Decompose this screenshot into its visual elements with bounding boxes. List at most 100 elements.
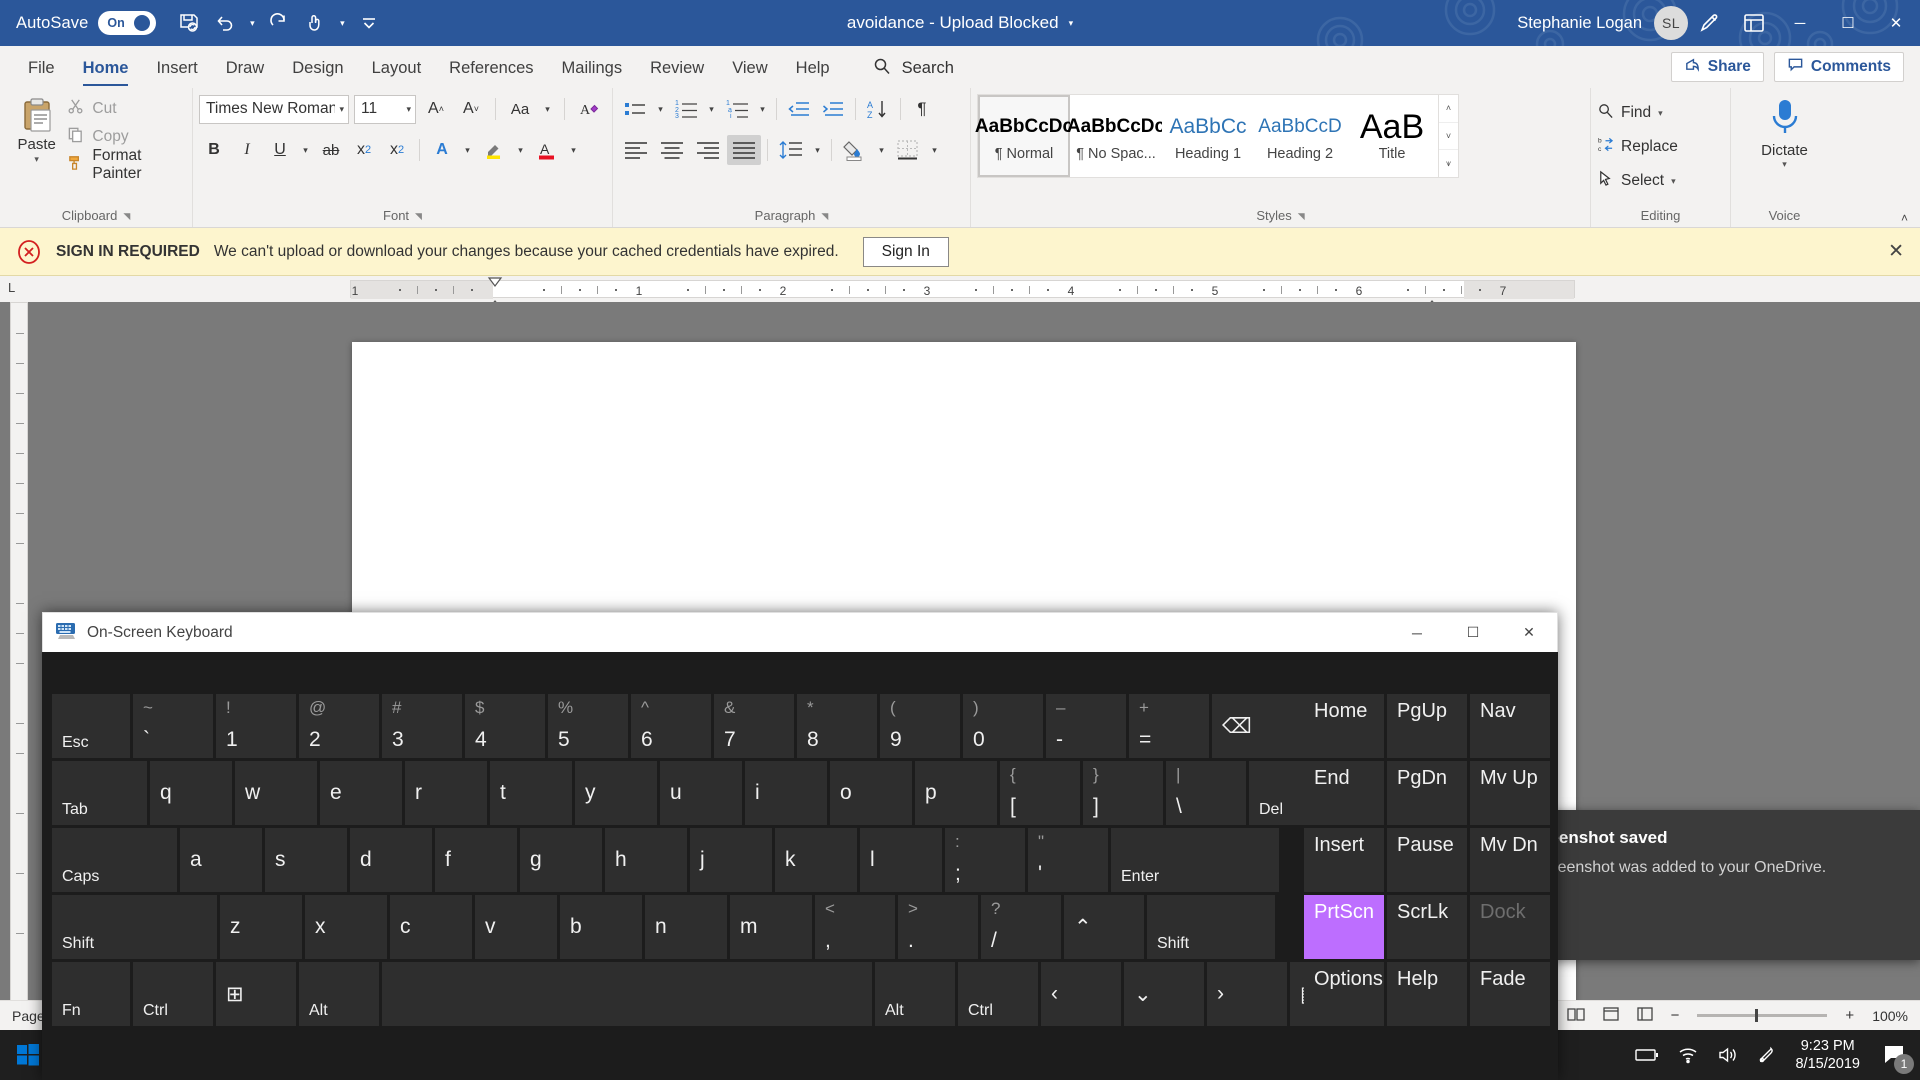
osk-key-o[interactable]: o: [830, 761, 912, 825]
bold-icon[interactable]: B: [199, 135, 229, 165]
sign-in-button[interactable]: Sign In: [862, 236, 949, 267]
osk-key-Pause[interactable]: Pause: [1387, 828, 1467, 892]
osk-key-f[interactable]: f: [435, 828, 517, 892]
wifi-icon[interactable]: [1677, 1046, 1699, 1064]
osk-key-0[interactable]: ) 0: [963, 694, 1043, 758]
osk-minimize-button[interactable]: ─: [1389, 613, 1445, 653]
volume-icon[interactable]: [1717, 1046, 1739, 1064]
styles-more-icon[interactable]: ⩛: [1439, 149, 1458, 177]
strikethrough-icon[interactable]: ab: [316, 135, 346, 165]
osk-key-Shift[interactable]: Shift: [1147, 895, 1275, 959]
change-case-dropdown-icon[interactable]: ▾: [540, 94, 555, 124]
osk-key-s[interactable]: s: [265, 828, 347, 892]
osk-key-t[interactable]: t: [490, 761, 572, 825]
osk-key-MvDn[interactable]: Mv Dn: [1470, 828, 1550, 892]
undo-dropdown-icon[interactable]: ▾: [244, 6, 260, 40]
osk-key-v[interactable]: v: [475, 895, 557, 959]
osk-key-a[interactable]: a: [180, 828, 262, 892]
osk-key-Fade[interactable]: Fade: [1470, 962, 1550, 1026]
highlight-icon[interactable]: [478, 135, 510, 165]
osk-key-Nav[interactable]: Nav: [1470, 694, 1550, 758]
osk-key-x[interactable]: x: [305, 895, 387, 959]
font-color-dropdown-icon[interactable]: ▾: [566, 135, 581, 165]
osk-key-Alt[interactable]: Alt: [299, 962, 379, 1026]
ink-pen-icon[interactable]: [1688, 0, 1732, 46]
osk-key-6[interactable]: ^ 6: [631, 694, 711, 758]
osk-key-q[interactable]: q: [150, 761, 232, 825]
osk-key-[interactable]: " ': [1028, 828, 1108, 892]
osk-key-[interactable]: | \: [1166, 761, 1246, 825]
highlight-dropdown-icon[interactable]: ▾: [513, 135, 528, 165]
autosave-toggle[interactable]: On: [98, 11, 157, 35]
battery-icon[interactable]: [1635, 1047, 1659, 1063]
tab-references[interactable]: References: [435, 48, 547, 88]
multilevel-list-dropdown-icon[interactable]: ▾: [755, 94, 770, 124]
style-heading-2[interactable]: AaBbCcD Heading 2: [1254, 95, 1346, 177]
touch-mode-dropdown-icon[interactable]: ▾: [334, 6, 350, 40]
style-heading-1[interactable]: AaBbCc Heading 1: [1162, 95, 1254, 177]
osk-key-ScrLk[interactable]: ScrLk: [1387, 895, 1467, 959]
osk-key-1[interactable]: ! 1: [216, 694, 296, 758]
select-dropdown-icon[interactable]: ▾: [1671, 176, 1676, 187]
share-button[interactable]: Share: [1670, 52, 1764, 82]
justify-icon[interactable]: [727, 135, 761, 165]
osk-key-Tab[interactable]: Tab: [52, 761, 147, 825]
osk-key-[interactable]: ⌃: [1064, 895, 1144, 959]
osk-key-End[interactable]: End: [1304, 761, 1384, 825]
align-center-icon[interactable]: [655, 135, 689, 165]
first-line-indent-marker[interactable]: [487, 277, 503, 287]
line-spacing-icon[interactable]: [774, 135, 808, 165]
vertical-ruler[interactable]: [10, 302, 28, 1028]
osk-key-j[interactable]: j: [690, 828, 772, 892]
osk-key-Shift[interactable]: Shift: [52, 895, 217, 959]
osk-key-g[interactable]: g: [520, 828, 602, 892]
tab-insert[interactable]: Insert: [142, 48, 211, 88]
osk-key-MvUp[interactable]: Mv Up: [1470, 761, 1550, 825]
tab-design[interactable]: Design: [278, 48, 357, 88]
osk-key-[interactable]: ‹: [1041, 962, 1121, 1026]
superscript-icon[interactable]: x2: [382, 135, 412, 165]
tab-review[interactable]: Review: [636, 48, 718, 88]
cut-button[interactable]: Cut: [67, 98, 186, 120]
dictate-dropdown-icon[interactable]: ▾: [1782, 159, 1787, 170]
clear-formatting-icon[interactable]: A: [574, 94, 604, 124]
osk-key-space[interactable]: [382, 962, 872, 1026]
change-case-icon[interactable]: Aa: [505, 94, 535, 124]
paste-dropdown-icon[interactable]: ▾: [34, 154, 39, 165]
search-box[interactable]: Search: [872, 48, 954, 88]
osk-key-h[interactable]: h: [605, 828, 687, 892]
clipboard-dialog-launcher[interactable]: ◥: [123, 206, 130, 226]
font-size-combo[interactable]: 11 ▾: [354, 94, 416, 124]
find-dropdown-icon[interactable]: ▾: [1658, 108, 1663, 119]
font-name-combo[interactable]: Times New Roman ▾: [199, 94, 349, 124]
osk-key-Help[interactable]: Help: [1387, 962, 1467, 1026]
styles-scroll-up-icon[interactable]: ˄: [1439, 95, 1458, 122]
osk-key-[interactable]: :;: [945, 828, 1025, 892]
shrink-font-icon[interactable]: A ˅: [456, 94, 486, 124]
osk-close-button[interactable]: ✕: [1501, 613, 1557, 653]
osk-key-Home[interactable]: Home: [1304, 694, 1384, 758]
decrease-indent-icon[interactable]: [783, 94, 815, 124]
screenshot-saved-toast[interactable]: Screenshot saved A screenshot was added …: [1500, 810, 1920, 960]
osk-key-m[interactable]: m: [730, 895, 812, 959]
numbering-dropdown-icon[interactable]: ▾: [704, 94, 719, 124]
sort-icon[interactable]: AZ: [862, 94, 894, 124]
osk-maximize-button[interactable]: ☐: [1445, 613, 1501, 653]
osk-key-4[interactable]: $4: [465, 694, 545, 758]
tab-selector[interactable]: L: [8, 280, 15, 295]
dictate-button[interactable]: Dictate ▾: [1750, 92, 1820, 170]
osk-key-Options[interactable]: Options: [1304, 962, 1384, 1026]
taskbar-clock[interactable]: 9:23 PM 8/15/2019: [1795, 1037, 1860, 1073]
style-normal[interactable]: AaBbCcDc ¶ Normal: [975, 95, 1073, 177]
osk-key-[interactable]: ? /: [981, 895, 1061, 959]
osk-key-n[interactable]: n: [645, 895, 727, 959]
underline-icon[interactable]: U: [265, 135, 295, 165]
style-no-spacing[interactable]: AaBbCcDc ¶ No Spac...: [1067, 95, 1165, 177]
osk-key-[interactable]: ›: [1207, 962, 1287, 1026]
increase-indent-icon[interactable]: [817, 94, 849, 124]
undo-icon[interactable]: [208, 6, 242, 40]
osk-key-u[interactable]: u: [660, 761, 742, 825]
align-right-icon[interactable]: [691, 135, 725, 165]
minimize-button[interactable]: ─: [1776, 0, 1824, 46]
customize-qat-icon[interactable]: [352, 6, 386, 40]
